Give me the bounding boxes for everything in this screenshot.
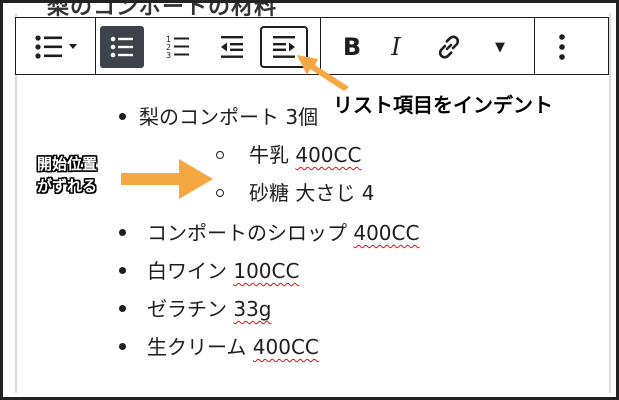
ordered-list-icon: 1 2 3 [166,35,189,60]
sub-list-item[interactable]: 牛乳 400CC [249,139,361,168]
sub-bullet-icon [216,151,224,159]
svg-text:3: 3 [166,51,171,60]
callout-line: 開始位置 [37,155,98,173]
link-icon [438,35,460,59]
item-text: コンポートのシロップ [147,221,354,245]
indent-callout-label: リスト項目をインデント [333,93,553,117]
item-text: ゼラチン [147,297,234,321]
item-amount: 400CC [295,143,362,167]
outdent-icon [221,36,243,58]
ordered-list-button[interactable]: 1 2 3 [156,26,200,68]
chevron-down-icon: ▼ [495,39,505,55]
start-position-callout: 開始位置 がずれる [37,153,97,197]
unordered-list-button[interactable] [100,26,144,68]
italic-button[interactable]: I [376,26,416,68]
more-options-icon [559,34,565,60]
sub-list-item[interactable]: 砂糖 大さじ 4 [249,177,374,206]
item-text: 生クリーム [147,335,253,359]
outdent-button[interactable] [210,26,254,68]
list-item[interactable]: 白ワイン 100CC [147,255,299,284]
editor-border-right [609,13,611,393]
list-item[interactable]: 生クリーム 400CC [147,331,319,360]
list-block[interactable]: 梨のコンポート 3個 牛乳 400CC 砂糖 大さじ 4 コンポートのシロップ … [17,75,609,395]
sub-bullet-icon [216,189,224,197]
more-formats-dropdown[interactable]: ▼ [482,26,518,68]
item-text: 牛乳 [249,143,296,167]
screenshot-frame: 梨のコンポートの材料 1 2 3 B I ▼ 梨のコンポート 3個 牛乳 400… [0,0,619,400]
callout-line: がずれる [37,177,98,195]
toolbar-divider [95,18,96,74]
bullet-icon [119,267,126,274]
bullet-icon [119,343,126,350]
link-button[interactable] [426,26,472,68]
item-amount: 33g [233,297,272,321]
unordered-list-icon [110,36,133,58]
list-type-button[interactable] [22,26,92,68]
item-text: 白ワイン [147,259,234,283]
bullet-icon [119,229,126,236]
item-amount: 400CC [353,221,420,245]
list-item[interactable]: コンポートのシロップ 400CC [147,217,419,246]
item-amount: 400CC [252,335,319,359]
list-bullets-icon [35,35,77,59]
bullet-icon [119,305,126,312]
list-item[interactable]: 梨のコンポート 3個 [139,101,318,130]
toolbar-divider [534,18,535,74]
options-button[interactable] [544,26,580,68]
bullet-icon [119,113,126,120]
list-item[interactable]: ゼラチン 33g [147,293,272,322]
arrow-to-sublist-icon [121,159,213,199]
item-amount: 100CC [233,259,300,283]
